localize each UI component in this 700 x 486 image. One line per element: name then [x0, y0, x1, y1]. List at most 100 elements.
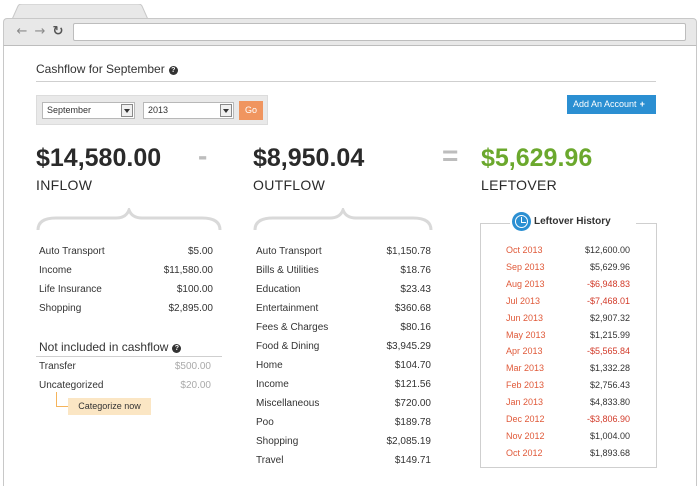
category-name: Auto Transport: [39, 246, 105, 257]
connector-line: [56, 392, 57, 406]
divider: [36, 356, 222, 357]
category-name: Miscellaneous: [256, 398, 320, 409]
history-value: $12,600.00: [584, 245, 630, 255]
category-name: Poo: [256, 417, 274, 428]
category-name: Travel: [256, 455, 284, 466]
back-arrow-icon[interactable]: ←: [14, 23, 30, 41]
category-amount: $720.00: [394, 398, 431, 409]
leftover-history-header: Leftover History: [510, 212, 636, 232]
add-account-button[interactable]: Add An Account +: [567, 95, 656, 114]
help-icon[interactable]: ?: [168, 66, 178, 75]
category-name: Income: [256, 379, 289, 390]
history-value: -$6,948.83: [586, 278, 630, 289]
list-item[interactable]: Bills & Utilities $18.76: [256, 265, 431, 276]
history-value: $1,004.00: [589, 430, 630, 441]
category-amount: $500.00: [174, 361, 211, 372]
reload-icon[interactable]: ↻: [50, 23, 66, 41]
filter-bar: September 2013 Go: [36, 95, 268, 125]
equals-sign: =: [442, 140, 459, 171]
category-amount: $121.56: [394, 379, 431, 390]
address-bar[interactable]: [73, 23, 686, 41]
month-select[interactable]: September: [42, 102, 135, 119]
history-value: $2,907.32: [589, 312, 630, 323]
category-name: Shopping: [256, 436, 299, 447]
list-item[interactable]: Life Insurance $100.00: [39, 284, 213, 295]
list-item[interactable]: Fees & Charges $80.16: [256, 322, 431, 333]
category-name: Income: [39, 265, 72, 276]
history-month: Jun 2013: [506, 312, 544, 323]
history-month: May 2013: [506, 329, 546, 340]
category-name: Transfer: [39, 361, 76, 372]
list-item[interactable]: Income $11,580.00: [39, 265, 213, 276]
history-value: $4,833.80: [589, 397, 630, 408]
list-item[interactable]: Auto Transport $1,150.78: [256, 246, 431, 257]
add-account-label: Add An Account: [573, 99, 637, 109]
category-name: Entertainment: [256, 303, 319, 314]
history-value: $1,215.99: [589, 329, 630, 340]
list-item[interactable]: Transfer $500.00: [39, 361, 211, 372]
category-name: Shopping: [39, 303, 82, 314]
list-item[interactable]: Poo $189.78: [256, 417, 431, 428]
history-month: Dec 2012: [506, 414, 545, 424]
year-select[interactable]: 2013: [143, 102, 234, 119]
history-value: $5,629.96: [589, 261, 630, 272]
list-item[interactable]: Shopping $2,085.19: [256, 436, 431, 447]
history-value: $1,893.68: [589, 447, 630, 458]
category-name: Life Insurance: [39, 284, 102, 295]
leftover-history-title: Leftover History: [534, 216, 611, 227]
list-item[interactable]: Miscellaneous $720.00: [256, 398, 431, 409]
chevron-down-icon[interactable]: [121, 104, 133, 117]
history-month: Jan 2013: [506, 397, 544, 408]
list-item[interactable]: Income $121.56: [256, 379, 431, 390]
list-item[interactable]: Entertainment $360.68: [256, 303, 431, 314]
page-title: Cashflow for September?: [36, 62, 178, 76]
list-item[interactable]: Food & Dining $3,945.29: [256, 341, 431, 352]
clock-icon: [512, 212, 531, 231]
list-item[interactable]: Education $23.43: [256, 284, 431, 295]
outflow-brace: [253, 208, 433, 231]
category-amount: $360.68: [394, 303, 431, 314]
list-item[interactable]: Shopping $2,895.00: [39, 303, 213, 314]
not-included-title: Not included in cashflow: [39, 340, 169, 354]
connector-line: [56, 406, 68, 407]
history-value: -$7,468.01: [586, 295, 630, 306]
go-button[interactable]: Go: [239, 101, 263, 120]
category-name: Education: [256, 284, 301, 295]
list-item[interactable]: Travel $149.71: [256, 455, 431, 466]
month-select-value: September: [47, 105, 92, 115]
history-month: Aug 2013: [506, 278, 545, 289]
category-name: Fees & Charges: [256, 322, 329, 333]
forward-arrow-icon[interactable]: →: [32, 23, 48, 41]
categorize-now-button[interactable]: Categorize now: [68, 398, 151, 415]
category-amount: $3,945.29: [386, 341, 432, 352]
history-value: $1,332.28: [589, 363, 630, 374]
plus-icon: +: [639, 99, 645, 109]
history-month: Jul 2013: [506, 295, 541, 306]
category-amount: $189.78: [394, 417, 431, 428]
list-item[interactable]: Auto Transport $5.00: [39, 246, 213, 257]
category-name: Bills & Utilities: [256, 265, 319, 276]
chevron-down-icon[interactable]: [220, 104, 232, 117]
help-icon[interactable]: ?: [172, 344, 182, 353]
leftover-label: LEFTOVER: [481, 177, 558, 193]
browser-toolbar: ← → ↻: [3, 18, 697, 46]
list-item[interactable]: Uncategorized $20.00: [39, 380, 211, 391]
category-name: Food & Dining: [256, 341, 320, 352]
category-amount: $1,150.78: [386, 246, 432, 257]
category-amount: $2,085.19: [386, 436, 432, 447]
category-amount: $2,895.00: [168, 303, 214, 314]
category-name: Uncategorized: [39, 380, 104, 391]
year-select-value: 2013: [148, 105, 169, 115]
inflow-amount: $14,580.00: [36, 144, 162, 172]
not-included-heading: Not included in cashflow?: [39, 340, 182, 354]
divider: [36, 81, 656, 82]
category-amount: $149.71: [394, 455, 431, 466]
category-amount: $80.16: [400, 322, 431, 333]
history-value: -$3,806.90: [586, 414, 630, 424]
category-amount: $5.00: [187, 246, 213, 257]
category-amount: $23.43: [400, 284, 431, 295]
outflow-amount: $8,950.04: [253, 144, 365, 172]
category-name: Auto Transport: [256, 246, 322, 257]
history-month: Oct 2013: [506, 245, 543, 255]
list-item[interactable]: Home $104.70: [256, 360, 431, 371]
